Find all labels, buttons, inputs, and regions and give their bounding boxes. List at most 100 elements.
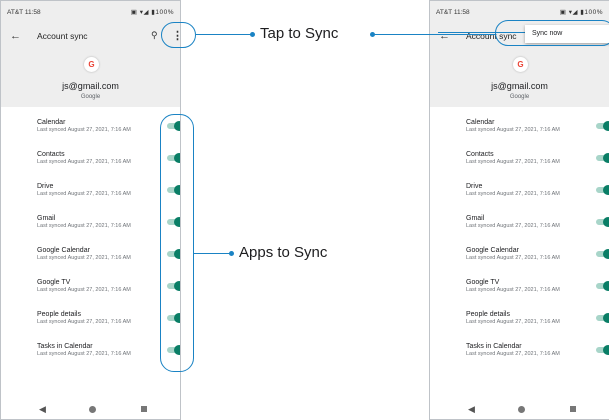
sync-item[interactable]: Contacts Last synced August 27, 2021, 7:1… [430, 147, 609, 179]
toggle-knob [603, 185, 609, 195]
status-icons: ▣ ▾◢ ▮100% [130, 9, 174, 16]
nav-recent-icon[interactable] [141, 406, 147, 412]
sync-item[interactable]: Google Calendar Last synced August 27, 20… [430, 243, 609, 275]
sync-item[interactable]: Google TV Last synced August 27, 2021, 7:… [1, 275, 180, 307]
sync-item-name: Calendar [466, 119, 495, 126]
sync-toggle[interactable] [596, 153, 609, 163]
carrier-time: AT&T 11:58 [436, 9, 470, 16]
arrow-back-icon[interactable]: ← [10, 30, 21, 42]
sync-toggle[interactable] [596, 345, 609, 355]
sync-now-highlight [495, 20, 609, 46]
page-title: Account sync [37, 31, 88, 41]
tap-to-sync-line-left [196, 34, 252, 35]
sync-item-status: Last synced August 27, 2021, 7:16 AM [466, 255, 560, 261]
account-provider: Google [509, 94, 530, 100]
sync-item-name: Google TV [37, 279, 71, 286]
nav-bar: ◀ [1, 399, 180, 419]
nav-recent-icon[interactable] [570, 406, 576, 412]
tap-to-sync-line-right [374, 34, 495, 35]
sync-item-status: Last synced August 27, 2021, 7:16 AM [466, 287, 560, 293]
sync-item-name: Contacts [37, 151, 65, 158]
sync-item-status: Last synced August 27, 2021, 7:16 AM [37, 159, 131, 165]
apps-to-sync-label: Apps to Sync [239, 244, 328, 261]
sync-toggle[interactable] [596, 217, 609, 227]
sync-item-name: Gmail [466, 215, 485, 222]
sync-item-name: Gmail [37, 215, 56, 222]
sync-item[interactable]: Tasks in Calendar Last synced August 27, … [430, 339, 609, 371]
nav-home-icon[interactable] [89, 406, 96, 413]
sync-item[interactable]: Calendar Last synced August 27, 2021, 7:1… [430, 115, 609, 147]
sync-item[interactable]: Google Calendar Last synced August 27, 20… [1, 243, 180, 275]
sync-item-name: Google TV [466, 279, 500, 286]
app-bar: ← Account sync ⚲ ⋮ [1, 25, 180, 51]
toggle-knob [603, 345, 609, 355]
sync-item-status: Last synced August 27, 2021, 7:16 AM [466, 191, 560, 197]
sync-item-status: Last synced August 27, 2021, 7:16 AM [37, 223, 131, 229]
sync-item-status: Last synced August 27, 2021, 7:16 AM [37, 287, 131, 293]
apps-to-sync-dot [229, 251, 234, 256]
tap-to-sync-label: Tap to Sync [260, 25, 339, 42]
phone-screen-right: AT&T 11:58 ▣ ▾◢ ▮100% ← Account sync G j… [429, 0, 609, 420]
account-header: G js@gmail.com Google [1, 51, 180, 107]
toggle-knob [603, 281, 609, 291]
sync-item-name: Tasks in Calendar [37, 343, 93, 350]
google-logo-icon: G [84, 57, 99, 72]
sync-item-name: Google Calendar [37, 247, 90, 254]
search-icon[interactable]: ⚲ [151, 30, 158, 41]
sync-item-status: Last synced August 27, 2021, 7:16 AM [37, 255, 131, 261]
apps-to-sync-line [194, 253, 230, 254]
sync-toggle[interactable] [596, 185, 609, 195]
account-header: G js@gmail.com Google [430, 51, 609, 107]
sync-item[interactable]: Contacts Last synced August 27, 2021, 7:1… [1, 147, 180, 179]
sync-item[interactable]: Tasks in Calendar Last synced August 27, … [1, 339, 180, 371]
sync-item[interactable]: Calendar Last synced August 27, 2021, 7:1… [1, 115, 180, 147]
toggle-knob [603, 217, 609, 227]
toggle-knob [603, 313, 609, 323]
sync-item-name: People details [37, 311, 81, 318]
sync-item[interactable]: Drive Last synced August 27, 2021, 7:16 A… [1, 179, 180, 211]
nav-back-icon[interactable]: ◀ [468, 404, 475, 415]
sync-item[interactable]: People details Last synced August 27, 202… [430, 307, 609, 339]
toggle-knob [603, 121, 609, 131]
status-bar: AT&T 11:58 ▣ ▾◢ ▮100% [1, 1, 180, 25]
sync-item[interactable]: People details Last synced August 27, 202… [1, 307, 180, 339]
sync-item-status: Last synced August 27, 2021, 7:16 AM [466, 159, 560, 165]
sync-item-name: Contacts [466, 151, 494, 158]
tap-to-sync-dot-left [250, 32, 255, 37]
sync-item[interactable]: Drive Last synced August 27, 2021, 7:16 A… [430, 179, 609, 211]
status-icons: ▣ ▾◢ ▮100% [559, 9, 603, 16]
sync-item-name: Drive [37, 183, 54, 190]
sync-toggle[interactable] [596, 281, 609, 291]
nav-back-icon[interactable]: ◀ [39, 404, 46, 415]
sync-item-name: Drive [466, 183, 483, 190]
sync-item[interactable]: Google TV Last synced August 27, 2021, 7:… [430, 275, 609, 307]
sync-toggle[interactable] [596, 249, 609, 259]
account-email: js@gmail.com [62, 81, 119, 91]
google-logo-icon: G [513, 57, 528, 72]
toggle-knob [603, 153, 609, 163]
sync-item-status: Last synced August 27, 2021, 7:16 AM [466, 127, 560, 133]
sync-toggle[interactable] [596, 121, 609, 131]
sync-item-status: Last synced August 27, 2021, 7:16 AM [466, 223, 560, 229]
nav-bar: ◀ [430, 399, 609, 419]
toggles-highlight [160, 114, 194, 372]
sync-item-name: People details [466, 311, 510, 318]
sync-item-status: Last synced August 27, 2021, 7:16 AM [37, 127, 131, 133]
sync-item[interactable]: Gmail Last synced August 27, 2021, 7:16 A… [1, 211, 180, 243]
sync-item-name: Calendar [37, 119, 66, 126]
account-provider: Google [80, 94, 101, 100]
toggle-knob [603, 249, 609, 259]
sync-item-name: Tasks in Calendar [466, 343, 522, 350]
sync-item-status: Last synced August 27, 2021, 7:16 AM [37, 351, 131, 357]
sync-item-name: Google Calendar [466, 247, 519, 254]
sync-toggle[interactable] [596, 313, 609, 323]
more-menu-highlight [161, 22, 196, 48]
sync-item-status: Last synced August 27, 2021, 7:16 AM [466, 351, 560, 357]
sync-item-status: Last synced August 27, 2021, 7:16 AM [37, 191, 131, 197]
account-email: js@gmail.com [491, 81, 548, 91]
carrier-time: AT&T 11:58 [7, 9, 41, 16]
sync-item[interactable]: Gmail Last synced August 27, 2021, 7:16 A… [430, 211, 609, 243]
nav-home-icon[interactable] [518, 406, 525, 413]
phone-screen-left: AT&T 11:58 ▣ ▾◢ ▮100% ← Account sync ⚲ ⋮… [0, 0, 181, 420]
sync-item-status: Last synced August 27, 2021, 7:16 AM [466, 319, 560, 325]
